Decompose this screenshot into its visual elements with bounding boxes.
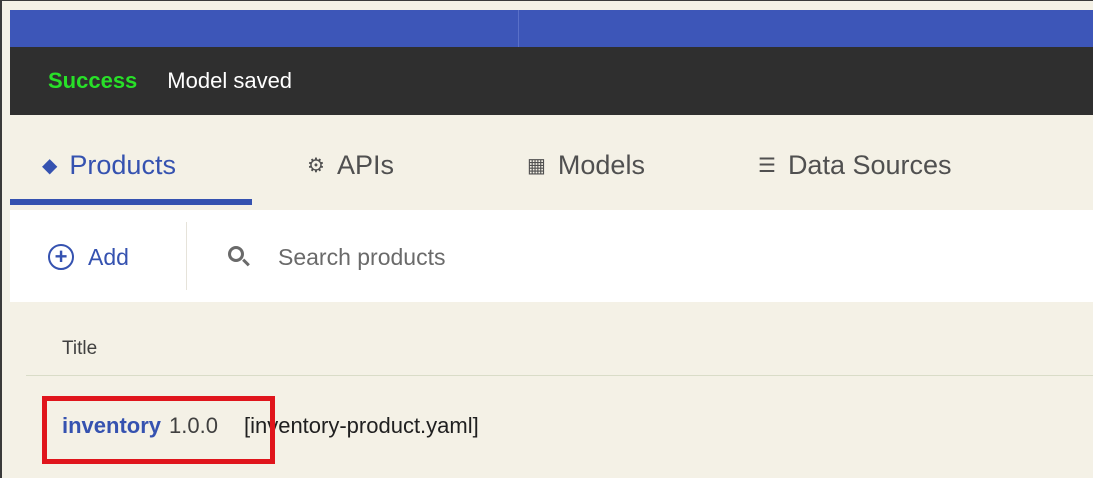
notification-message: Model saved [167, 68, 293, 93]
tab-data-sources[interactable]: ☰ Data Sources [758, 145, 952, 185]
top-bar-divider [518, 10, 519, 47]
boxes-icon: ▦ [527, 154, 546, 177]
tab-apis-label: APIs [336, 149, 394, 180]
column-header-title[interactable]: Title [62, 338, 97, 360]
tab-bar: ◆ Products ⚙ APIs ▦ Models ☰ Data Source… [10, 115, 1093, 210]
cogs-icon: ⚙ [307, 154, 325, 177]
search-box [226, 240, 826, 274]
toolbar: + Add [10, 210, 1093, 302]
database-icon: ☰ [758, 154, 776, 177]
highlight-annotation-box [42, 396, 275, 464]
search-icon [226, 243, 254, 271]
plus-circle-icon: + [48, 244, 74, 270]
toolbar-divider [186, 222, 187, 290]
active-tab-indicator [10, 199, 252, 205]
add-button[interactable]: + Add [48, 240, 129, 274]
tab-products-label: Products [69, 149, 176, 180]
notification-bar: Success Model saved [10, 47, 1093, 115]
top-bar [10, 10, 1093, 47]
tab-models[interactable]: ▦ Models [527, 145, 645, 185]
notification-status: Success [48, 68, 138, 93]
add-button-label: Add [88, 243, 129, 270]
header-divider [26, 375, 1093, 376]
layers-icon: ◆ [42, 154, 58, 177]
tab-models-label: Models [557, 149, 645, 180]
search-input[interactable] [278, 243, 798, 271]
product-filename: [inventory-product.yaml] [243, 413, 479, 438]
tab-products[interactable]: ◆ Products [42, 145, 176, 185]
tab-data-sources-label: Data Sources [787, 149, 952, 180]
tab-apis[interactable]: ⚙ APIs [307, 145, 394, 185]
